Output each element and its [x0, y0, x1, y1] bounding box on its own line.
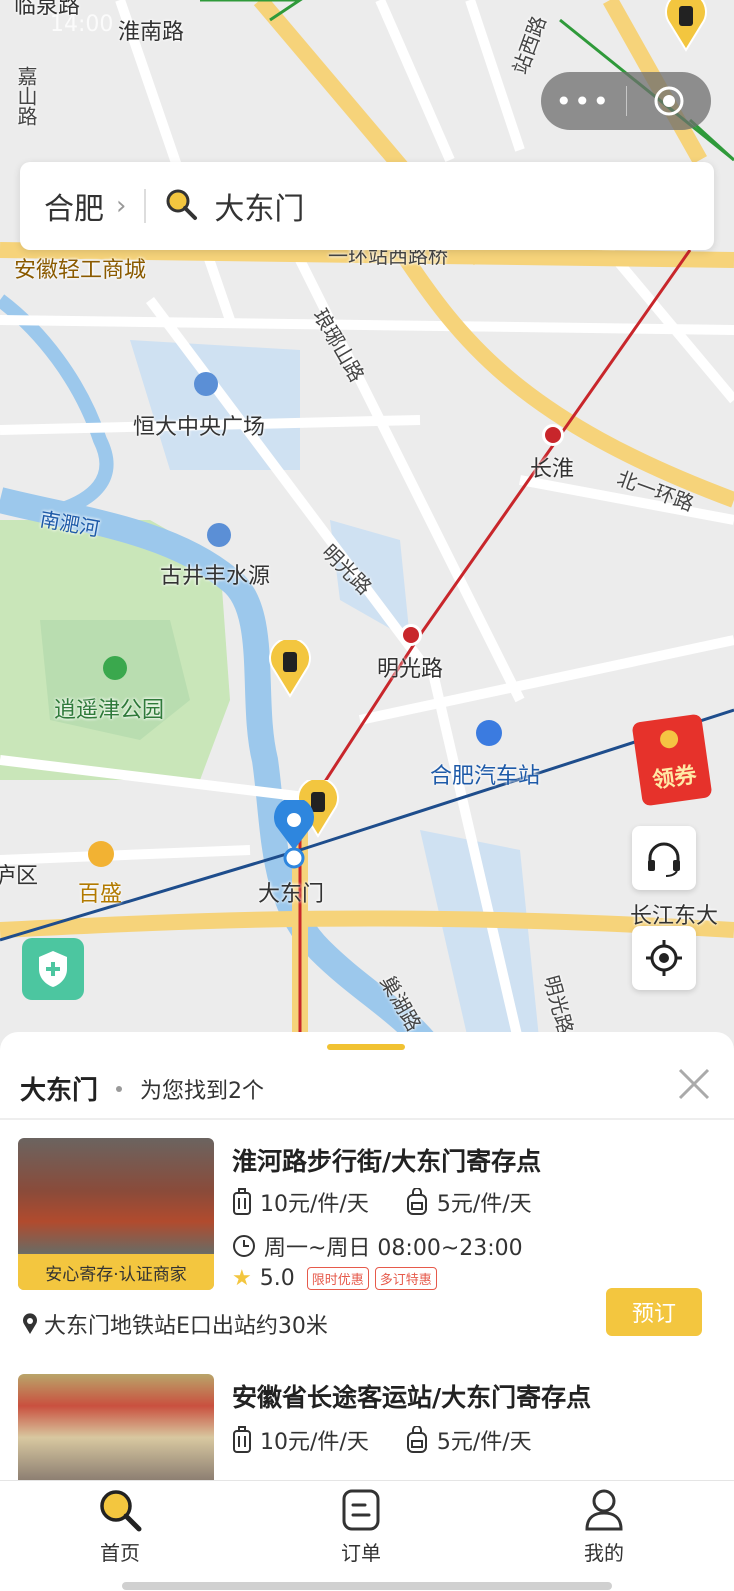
- suitcase-icon: [232, 1426, 252, 1454]
- suitcase-price: 10元/件/天: [260, 1192, 369, 1217]
- address-row: 大东门地铁站E口出站约30米: [22, 1308, 328, 1340]
- suitcase-icon: [232, 1188, 252, 1216]
- map-label-jiashan-road: 嘉山路: [14, 66, 38, 126]
- promo-tag: 限时优惠: [306, 1267, 369, 1290]
- store-photo-image: [18, 1374, 214, 1480]
- map-label-huainan-road: 淮南路: [118, 20, 185, 45]
- store-photo: 安心寄存·认证商家: [18, 1138, 214, 1290]
- sheet-drag-handle[interactable]: [327, 1044, 405, 1050]
- rating-row: ★ 5.0 限时优惠 多订特惠: [232, 1266, 437, 1291]
- business-hours: 周一~周日 08:00~23:00: [264, 1236, 523, 1261]
- store-photo: [18, 1374, 214, 1480]
- search-divider: [144, 189, 147, 223]
- metro-station-icon: [542, 424, 564, 446]
- backpack-icon: [405, 1188, 429, 1216]
- bag-price: 5元/件/天: [436, 1192, 532, 1217]
- backpack-icon: [405, 1426, 429, 1454]
- bus-icon: [476, 720, 502, 746]
- map-view[interactable]: 14:00 淮南路 临泉路 嘉山路 站西路 安徽轻工商城 一环站西路桥 琅琊山路…: [0, 0, 734, 1048]
- store-name: 安徽省长途客运站/大东门寄存点: [232, 1383, 592, 1412]
- search-bar[interactable]: 合肥 › 大东门: [20, 162, 714, 250]
- map-label-changhuai: 长淮: [530, 457, 575, 482]
- certified-badge: 安心寄存·认证商家: [18, 1254, 214, 1290]
- map-label-hengda: 恒大中央广场: [133, 415, 266, 440]
- map-label-mingguang-station: 明光路: [377, 657, 444, 682]
- tab-label: 首页: [100, 1541, 140, 1565]
- target-icon: [654, 86, 684, 116]
- storage-marker-icon[interactable]: [268, 640, 312, 698]
- map-label-qinggong: 安徽轻工商城: [14, 258, 147, 283]
- star-icon: ★: [232, 1266, 252, 1291]
- mini-program-capsule: •••: [541, 72, 711, 130]
- landmark-icon: [207, 523, 231, 547]
- close-mini-program-button[interactable]: [627, 84, 712, 118]
- locate-me-button[interactable]: [632, 926, 696, 990]
- price-row: 10元/件/天 5元/件/天: [232, 1186, 532, 1218]
- sheet-header: 大东门 为您找到2个: [20, 1070, 264, 1107]
- store-name: 淮河路步行街/大东门寄存点: [232, 1147, 542, 1176]
- location-icon: [22, 1313, 38, 1335]
- rating-value: 5.0: [259, 1266, 295, 1291]
- tab-home[interactable]: 首页: [60, 1487, 180, 1566]
- coupon-label: 领券: [651, 762, 699, 794]
- search-icon: [164, 187, 198, 225]
- more-menu-button[interactable]: •••: [541, 85, 626, 118]
- chevron-right-icon: ›: [116, 191, 127, 221]
- close-icon[interactable]: [676, 1066, 712, 1102]
- clock-icon: [232, 1234, 256, 1258]
- book-button[interactable]: 预订: [606, 1288, 702, 1336]
- shield-plus-icon: [39, 951, 67, 987]
- user-icon: [585, 1489, 623, 1531]
- suitcase-price: 10元/件/天: [260, 1430, 369, 1455]
- price-row: 10元/件/天 5元/件/天: [232, 1424, 532, 1456]
- park-icon: [103, 656, 127, 680]
- map-label-bus-station: 合肥汽车站: [430, 764, 541, 789]
- headset-icon: [648, 842, 680, 877]
- bag-price: 5元/件/天: [436, 1430, 532, 1455]
- map-label-district: 庐区: [0, 864, 39, 889]
- storage-marker-icon[interactable]: [664, 0, 708, 52]
- tab-label: 订单: [341, 1541, 381, 1565]
- hours-row: 周一~周日 08:00~23:00: [232, 1230, 523, 1262]
- coupon-button[interactable]: 领券: [631, 713, 713, 807]
- search-query[interactable]: 大东门: [214, 184, 304, 228]
- crosshair-icon: [646, 940, 682, 976]
- order-list-icon: [342, 1489, 380, 1531]
- city-selector[interactable]: 合肥: [44, 184, 104, 228]
- bottom-tab-bar: 首页 订单 我的: [0, 1480, 734, 1591]
- tab-mine[interactable]: 我的: [544, 1487, 664, 1566]
- map-label-gujing: 古井丰水源: [160, 564, 271, 589]
- promo-tag: 多订特惠: [374, 1267, 437, 1290]
- coupon-seal-icon: [658, 729, 680, 750]
- metro-station-icon: [400, 624, 422, 646]
- results-count: 为您找到2个: [140, 1078, 265, 1104]
- home-indicator: [122, 1582, 612, 1590]
- customer-service-button[interactable]: [632, 826, 696, 890]
- tab-label: 我的: [584, 1541, 624, 1565]
- location-pin-icon: [274, 800, 314, 869]
- store-address: 大东门地铁站E口出站约30米: [44, 1314, 328, 1339]
- tab-orders[interactable]: 订单: [301, 1487, 421, 1566]
- landmark-icon: [194, 372, 218, 396]
- map-label-dadongmen: 大东门: [258, 882, 325, 907]
- map-label-baisheng: 百盛: [78, 882, 123, 907]
- search-icon: [100, 1490, 142, 1532]
- sheet-title: 大东门: [20, 1076, 99, 1106]
- map-label-xiaoyaojin: 逍遥津公园: [54, 698, 165, 723]
- map-label-linquan-road: 临泉路: [14, 0, 81, 19]
- shop-icon: [88, 841, 114, 867]
- sheet-divider: [0, 1118, 734, 1120]
- separator-dot: [116, 1085, 123, 1092]
- safety-button[interactable]: [22, 938, 84, 1000]
